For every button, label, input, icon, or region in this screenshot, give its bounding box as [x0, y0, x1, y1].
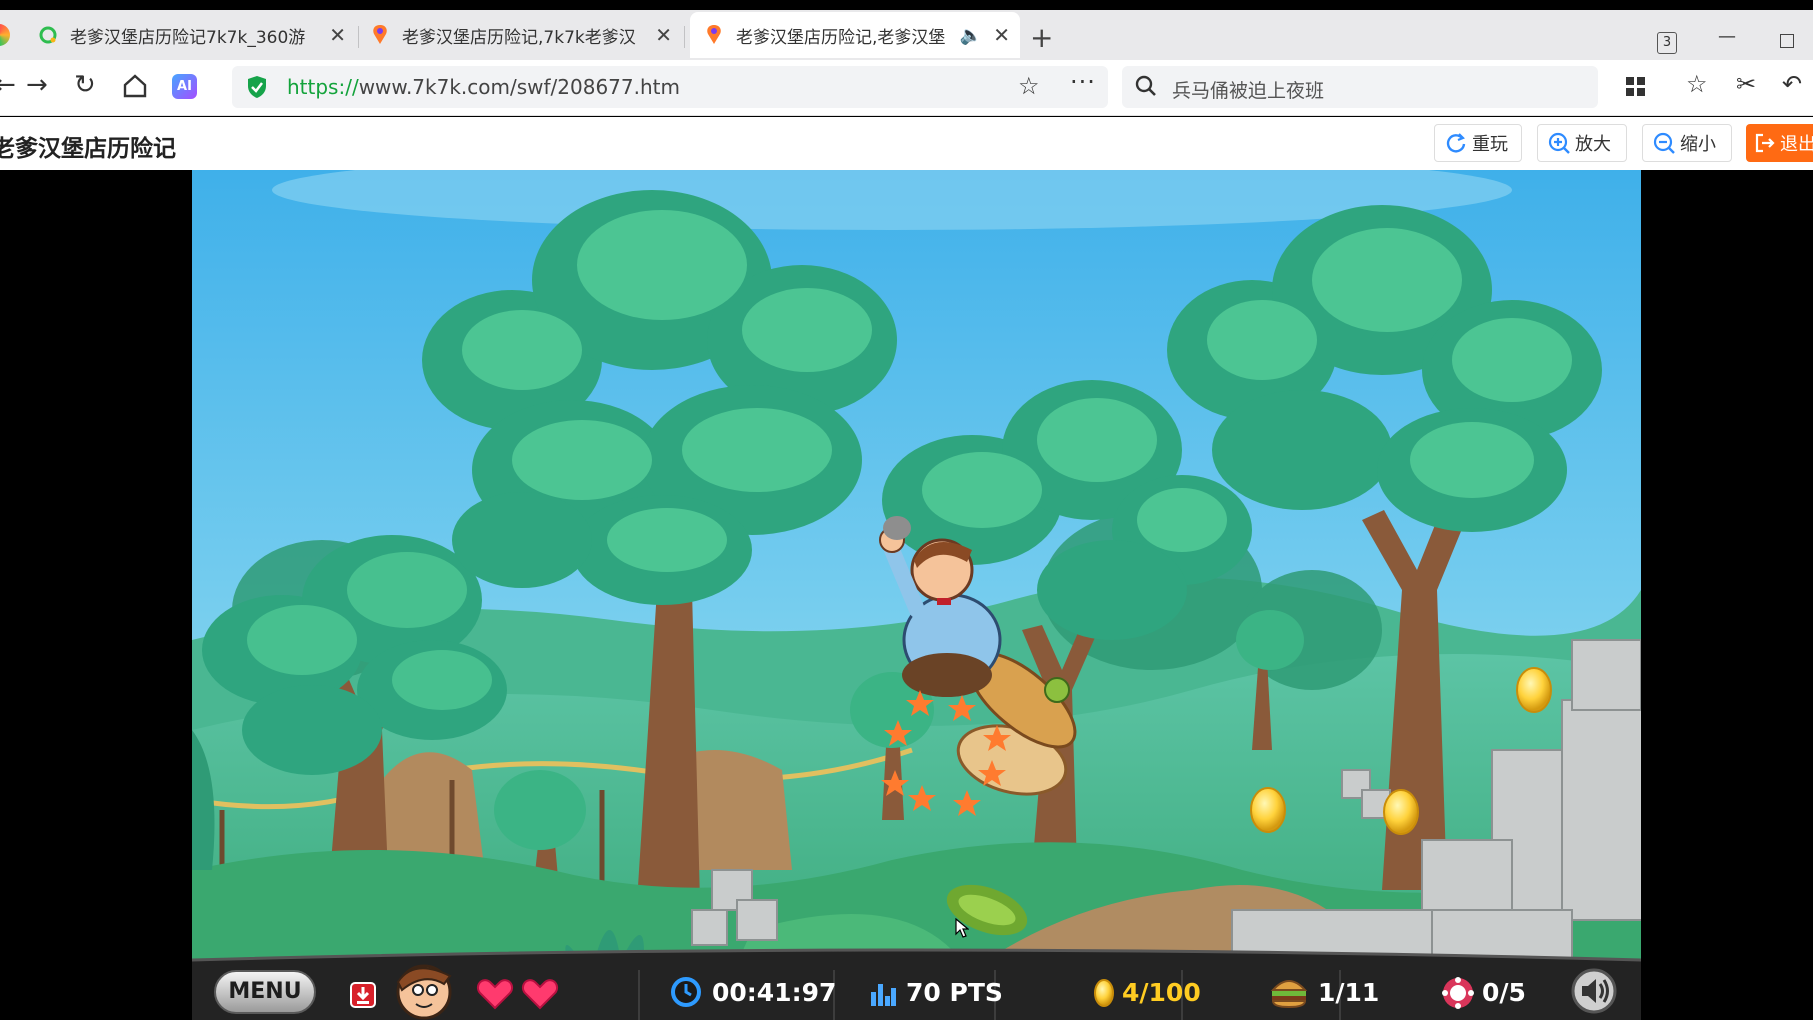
- mouse-cursor: [955, 918, 969, 938]
- tab-title: 老爹汉堡店历险记7k7k_360游: [70, 27, 306, 48]
- close-icon[interactable]: ✕: [655, 23, 672, 47]
- points-text: 70 PTS: [906, 978, 1003, 1007]
- back-icon[interactable]: ←: [0, 72, 16, 98]
- navigation-bar: ← → ↻ AI https://www.7k7k.com/swf/208677…: [0, 60, 1813, 116]
- apps-grid-icon[interactable]: [1625, 76, 1647, 98]
- close-icon[interactable]: ✕: [993, 23, 1010, 47]
- 360-search-icon: [39, 26, 57, 44]
- heart-icon: [476, 979, 514, 1010]
- exit-button[interactable]: 退出: [1746, 124, 1813, 162]
- forward-icon[interactable]: →: [26, 72, 48, 98]
- game-pin-icon: [707, 25, 721, 44]
- replay-button[interactable]: 重玩: [1434, 124, 1522, 162]
- minimize-button[interactable]: —: [1718, 26, 1736, 47]
- tab-title: 老爹汉堡店历险记,老爹汉堡: [736, 27, 946, 48]
- page-header: 老爹汉堡店历险记 重玩 放大 缩小 退出: [0, 117, 1813, 170]
- tab-bar: 老爹汉堡店历险记7k7k_360游 ✕ 老爹汉堡店历险记,7k7k老爹汉 ✕ 老…: [0, 10, 1813, 60]
- bookmark-star-icon[interactable]: ☆: [1018, 72, 1040, 100]
- home-icon[interactable]: [122, 74, 148, 98]
- zoom-out-button[interactable]: 缩小: [1642, 124, 1732, 162]
- undo-icon[interactable]: ↶: [1782, 72, 1802, 96]
- scissors-icon[interactable]: ✂: [1736, 72, 1756, 96]
- url-text[interactable]: https://www.7k7k.com/swf/208677.htm: [287, 75, 680, 99]
- coin-icon: [1094, 979, 1114, 1007]
- game-scene: [192, 170, 1641, 1020]
- tab-3[interactable]: 老爹汉堡店历险记,老爹汉堡 🔈 ✕: [690, 12, 1020, 58]
- download-icon[interactable]: [350, 982, 376, 1008]
- page-title: 老爹汉堡店历险记: [0, 136, 176, 162]
- customer-badge-icon: [1442, 977, 1474, 1009]
- zoom-in-icon: [1548, 132, 1570, 154]
- tab-1[interactable]: 老爹汉堡店历险记7k7k_360游 ✕: [38, 12, 356, 58]
- address-bar[interactable]: https://www.7k7k.com/swf/208677.htm ☆ ··…: [232, 66, 1108, 108]
- zoom-in-button[interactable]: 放大: [1537, 124, 1627, 162]
- restore-button[interactable]: [1780, 34, 1794, 48]
- ai-assistant-icon[interactable]: AI: [172, 74, 197, 99]
- tab-separator: [358, 26, 359, 48]
- clock-icon: [671, 977, 701, 1007]
- screen: 老爹汉堡店历险记7k7k_360游 ✕ 老爹汉堡店历险记,7k7k老爹汉 ✕ 老…: [0, 0, 1813, 1020]
- more-icon[interactable]: ···: [1070, 68, 1096, 96]
- heart-icon: [521, 979, 559, 1010]
- player-avatar: [396, 964, 452, 1020]
- favorites-icon[interactable]: ☆: [1686, 72, 1708, 96]
- game-canvas[interactable]: MENU 00:41:97 70 PTS 4/100 1/11 0/5: [192, 170, 1641, 1020]
- search-input[interactable]: 兵马俑被迫上夜班: [1172, 76, 1324, 103]
- game-hud: MENU 00:41:97 70 PTS 4/100 1/11 0/5: [192, 960, 1641, 1020]
- tab-title: 老爹汉堡店历险记,7k7k老爹汉: [402, 27, 636, 48]
- security-shield-icon: [248, 76, 266, 98]
- timer-text: 00:41:97: [712, 978, 837, 1007]
- reload-icon[interactable]: ↻: [74, 72, 96, 98]
- items-counter: 0/5: [1482, 978, 1526, 1007]
- close-icon[interactable]: ✕: [329, 23, 346, 47]
- search-icon: [1135, 75, 1156, 96]
- search-bar[interactable]: 兵马俑被迫上夜班: [1122, 66, 1598, 108]
- game-pin-icon: [373, 25, 387, 44]
- menu-button[interactable]: MENU: [214, 970, 316, 1014]
- new-tab-button[interactable]: +: [1030, 24, 1053, 52]
- tab-2[interactable]: 老爹汉堡店历险记,7k7k老爹汉 ✕: [370, 12, 682, 58]
- coins-counter: 4/100: [1122, 978, 1201, 1007]
- tab-separator: [684, 26, 685, 48]
- burger-icon: [1270, 980, 1308, 1008]
- zoom-out-icon: [1653, 132, 1675, 154]
- exit-icon: [1755, 133, 1775, 153]
- sound-icon[interactable]: [1570, 968, 1618, 1014]
- speaker-icon[interactable]: 🔈: [960, 25, 982, 46]
- browser-logo-icon: [0, 24, 10, 46]
- tab-count-badge[interactable]: 3: [1657, 32, 1677, 54]
- refresh-icon: [1446, 133, 1466, 153]
- points-bars-icon: [871, 984, 896, 1006]
- burgers-counter: 1/11: [1318, 978, 1380, 1007]
